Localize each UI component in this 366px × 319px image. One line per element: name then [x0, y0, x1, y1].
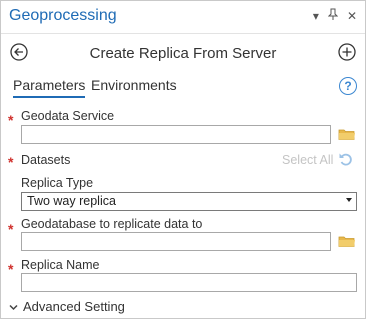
required-marker: *	[8, 112, 14, 128]
chevron-down-icon	[9, 303, 19, 314]
divider	[1, 33, 365, 34]
replica-type-label: Replica Type	[21, 176, 94, 190]
help-icon[interactable]: ?	[339, 77, 357, 95]
geodatabase-input[interactable]	[21, 232, 331, 251]
pane-controls: ▾ ✕	[313, 8, 357, 23]
pin-icon[interactable]	[327, 8, 339, 23]
tab-parameters[interactable]: Parameters	[13, 77, 86, 98]
reset-button[interactable]	[338, 151, 354, 167]
required-marker: *	[8, 154, 14, 170]
geodata-service-input[interactable]	[21, 125, 331, 144]
undo-icon	[339, 153, 352, 166]
folder-icon	[338, 129, 355, 140]
replica-name-label: Replica Name	[21, 258, 100, 272]
chevron-down-icon	[346, 198, 352, 202]
select-all-link[interactable]: Select All	[282, 153, 333, 167]
pane-options-dropdown-icon[interactable]: ▾	[313, 9, 319, 23]
plus-circle-icon	[338, 43, 356, 61]
tool-header: Create Replica From Server	[1, 37, 365, 69]
required-marker: *	[8, 221, 14, 237]
close-icon[interactable]: ✕	[347, 9, 357, 23]
advanced-setting-label: Advanced Setting	[23, 299, 125, 314]
tool-title: Create Replica From Server	[89, 45, 277, 62]
geodata-service-label: Geodata Service	[21, 109, 115, 123]
pane-title: Geoprocessing	[9, 7, 117, 24]
advanced-setting-expander[interactable]: Advanced Setting	[9, 299, 125, 314]
replica-name-input[interactable]	[21, 273, 357, 292]
replica-type-value: Two way replica	[27, 194, 116, 208]
replica-type-select[interactable]: Two way replica	[21, 192, 357, 211]
browse-folder-button[interactable]	[338, 127, 356, 141]
geoprocessing-pane: Geoprocessing ▾ ✕ Create Replica From Se…	[0, 0, 366, 319]
browse-folder-button[interactable]	[338, 234, 356, 248]
add-tool-button[interactable]	[338, 43, 356, 61]
required-marker: *	[8, 261, 14, 277]
pane-titlebar: Geoprocessing ▾ ✕	[1, 1, 365, 33]
tab-bar: Parameters Environments ?	[1, 75, 365, 101]
tab-environments[interactable]: Environments	[91, 77, 177, 96]
geodatabase-label: Geodatabase to replicate data to	[21, 217, 203, 231]
folder-icon	[338, 236, 355, 247]
datasets-label: Datasets	[21, 153, 71, 167]
